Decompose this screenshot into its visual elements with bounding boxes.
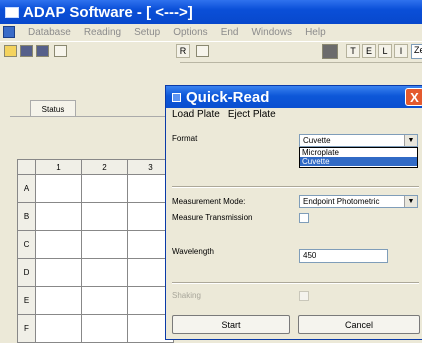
grid-corner — [17, 159, 36, 175]
measurement-mode-select[interactable]: Endpoint Photometric ▼ — [299, 195, 418, 208]
menu-windows[interactable]: Windows — [251, 27, 292, 38]
app-title: ADAP Software - [ <--->] — [23, 3, 193, 21]
dialog-menu: Load Plate Eject Plate — [172, 109, 284, 120]
toolbar-field[interactable]: Ze — [411, 44, 422, 59]
toolbar-e-button[interactable]: E — [362, 44, 376, 58]
format-option-cuvette[interactable]: Cuvette — [300, 157, 417, 166]
row-header: B — [17, 202, 36, 231]
toolbar-t-button[interactable]: T — [346, 44, 360, 58]
format-label: Format — [172, 134, 198, 143]
menu-reading[interactable]: Reading — [84, 27, 121, 38]
shaking-label: Shaking — [172, 291, 201, 300]
start-button[interactable]: Start — [172, 315, 290, 334]
menu-help[interactable]: Help — [305, 27, 326, 38]
measurement-mode-label: Measurement Mode: — [172, 197, 246, 206]
app-title-bar[interactable]: ADAP Software - [ <--->] — [0, 0, 422, 24]
measurement-mode-value: Endpoint Photometric — [303, 197, 380, 206]
grid-cell[interactable] — [81, 286, 128, 315]
toolbar-r-button[interactable]: R — [176, 44, 190, 58]
chevron-down-icon[interactable]: ▼ — [404, 196, 417, 207]
menu-end[interactable]: End — [221, 27, 239, 38]
grid-cell[interactable] — [35, 174, 82, 203]
format-value: Cuvette — [303, 136, 331, 145]
grid-cell[interactable] — [35, 314, 82, 343]
toolbar-i-button[interactable]: I — [394, 44, 408, 58]
grid-cell[interactable] — [81, 314, 128, 343]
grid-cell[interactable] — [81, 202, 128, 231]
app-window-icon — [5, 6, 19, 18]
divider — [172, 282, 419, 284]
cancel-button[interactable]: Cancel — [298, 315, 420, 334]
dialog-title-bar[interactable]: Quick-Read X — [166, 86, 422, 108]
menu-load-plate[interactable]: Load Plate — [172, 109, 220, 120]
shaking-checkbox[interactable] — [299, 291, 309, 301]
row-header: F — [17, 314, 36, 343]
tab-divider — [10, 116, 180, 117]
toolbar: R T E L I Ze — [0, 41, 422, 63]
close-button[interactable]: X — [405, 88, 422, 106]
row-header: E — [17, 286, 36, 315]
grid-cell[interactable] — [81, 230, 128, 259]
format-option-microplate[interactable]: Microplate — [300, 148, 417, 157]
row-header: D — [17, 258, 36, 287]
user-icon[interactable] — [322, 44, 338, 59]
dialog-title: Quick-Read — [186, 88, 270, 106]
quick-read-dialog: Quick-Read X Load Plate Eject Plate Form… — [165, 85, 422, 340]
tab-status[interactable]: Status — [30, 100, 76, 117]
column-header: 1 — [35, 159, 82, 175]
menu-database[interactable]: Database — [28, 27, 71, 38]
column-header: 2 — [81, 159, 128, 175]
wavelength-input[interactable]: 450 — [299, 249, 388, 263]
menu-eject-plate[interactable]: Eject Plate — [228, 109, 276, 120]
grid-cell[interactable] — [35, 230, 82, 259]
wavelength-label: Wavelength — [172, 247, 214, 256]
measure-transmission-checkbox[interactable] — [299, 213, 309, 223]
grid-cell[interactable] — [81, 258, 128, 287]
wavelength-value: 450 — [303, 251, 317, 260]
save-icon[interactable] — [20, 45, 33, 57]
cancel-label: Cancel — [344, 319, 373, 330]
dialog-window-icon — [172, 92, 181, 102]
grid-cell[interactable] — [35, 286, 82, 315]
plate-grid: 1 2 3 A B C D E F — [17, 159, 174, 343]
grid-cell[interactable] — [81, 174, 128, 203]
menu-options[interactable]: Options — [173, 27, 207, 38]
toolbar-l-button[interactable]: L — [378, 44, 392, 58]
grid-cell[interactable] — [35, 258, 82, 287]
print-icon[interactable] — [54, 45, 67, 57]
menu-setup[interactable]: Setup — [134, 27, 160, 38]
row-header: A — [17, 174, 36, 203]
grid-cell[interactable] — [35, 202, 82, 231]
save-all-icon[interactable] — [36, 45, 49, 57]
format-dropdown-list: Microplate Cuvette — [299, 147, 418, 168]
divider — [172, 186, 419, 188]
document-icon[interactable] — [3, 26, 15, 38]
menubar: Database Reading Setup Options End Windo… — [0, 24, 422, 40]
row-header: C — [17, 230, 36, 259]
copy-icon[interactable] — [196, 45, 209, 57]
open-folder-icon[interactable] — [4, 45, 17, 57]
chevron-down-icon[interactable]: ▼ — [404, 135, 417, 146]
format-select[interactable]: Cuvette ▼ — [299, 134, 418, 147]
measure-transmission-label: Measure Transmission — [172, 213, 253, 222]
